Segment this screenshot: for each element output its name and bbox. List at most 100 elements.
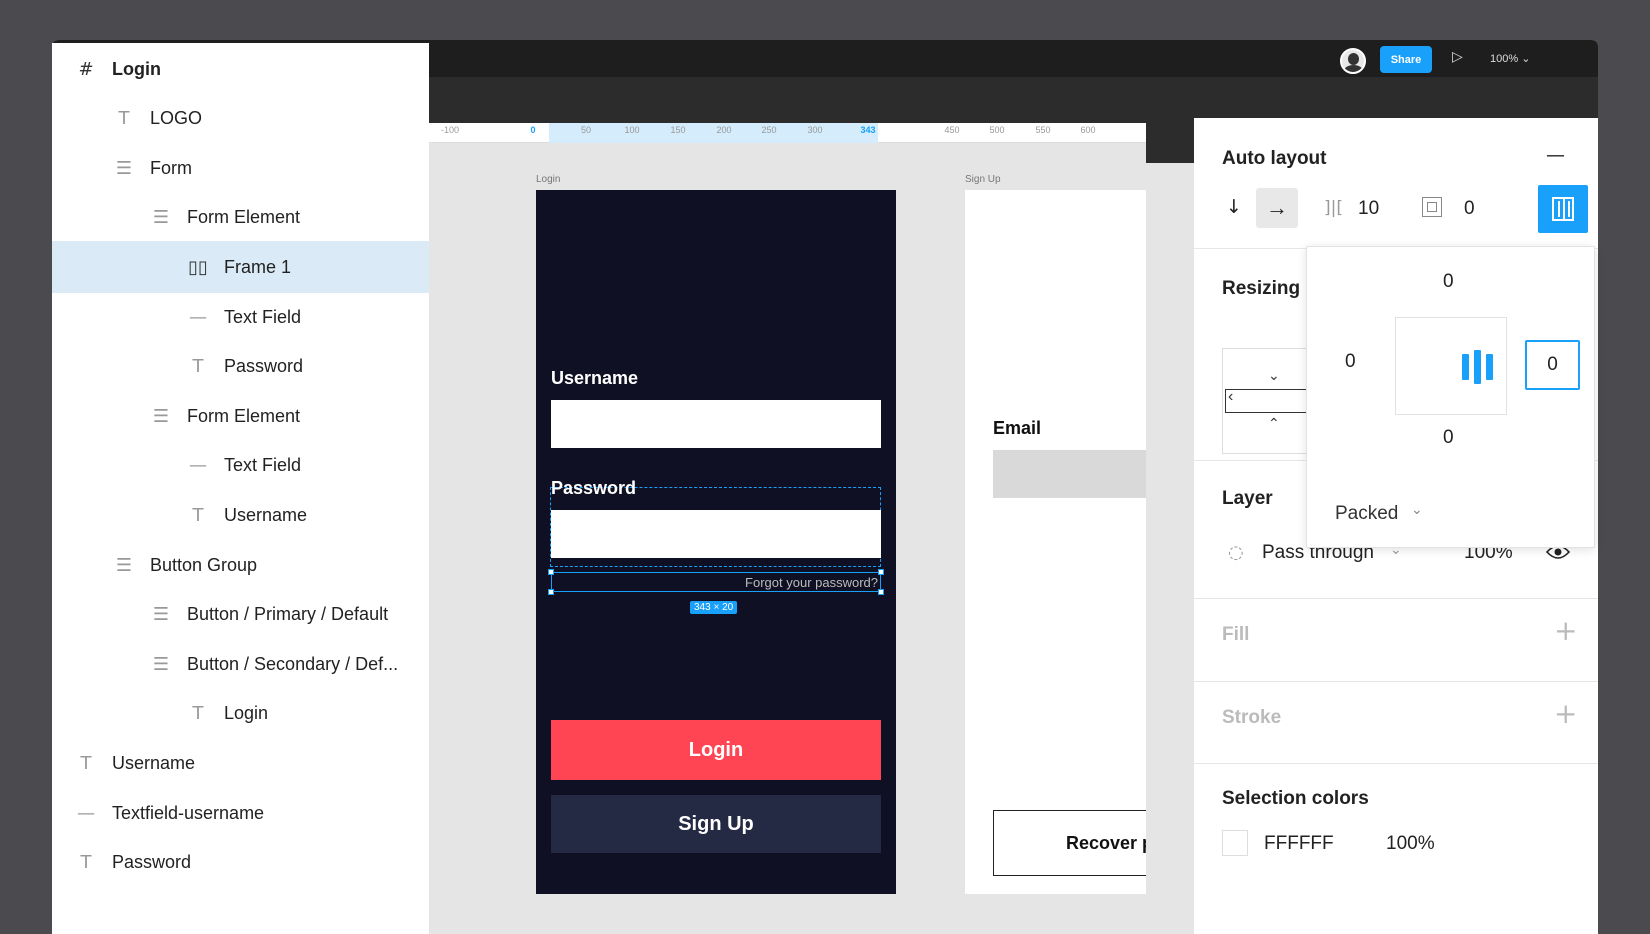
frame-label-signup[interactable]: Sign Up [965,174,1001,185]
alignment-button[interactable] [1538,185,1588,233]
layer-label: Password [224,356,304,377]
layer-label: Button / Primary / Default [187,604,389,625]
resizing-constraint-box[interactable]: ⌄ ‹ ⌃ [1222,348,1312,454]
forgot-password-link[interactable]: Forgot your password? [745,575,878,590]
resizing-width-bar[interactable]: ‹ [1225,388,1309,413]
auto-layout-icon: ☰ [152,207,170,229]
frame-label-login[interactable]: Login [536,174,560,185]
design-canvas[interactable]: Login Sign Up Username Password Forgot y… [376,143,1146,894]
text-layer-icon: T [192,703,204,725]
layer-row[interactable]: ☰ Button / Primary / Default [52,589,429,641]
auto-layout-icon: ☰ [152,604,170,626]
sign-up-frame[interactable]: Email Recover p [965,190,1146,894]
ruler-tick-label: 150 [670,125,686,135]
layer-row[interactable]: ☰ Button / Secondary / Def... [52,638,429,690]
layer-label: Login [224,703,269,724]
layer-row[interactable]: — Text Field [52,291,429,343]
direction-right-icon[interactable]: → [1256,188,1298,228]
layer-label: Text Field [224,306,302,327]
resizing-title: Resizing [1222,278,1301,299]
layer-label: Textfield-username [112,802,265,823]
padding-icon [1422,197,1442,217]
layer-label: Form [150,157,192,178]
selection-color-hex[interactable]: FFFFFF [1264,833,1334,855]
login-button[interactable]: Login [551,720,881,780]
layer-row[interactable]: T Username [52,489,429,541]
padding-bottom-value[interactable]: 0 [1443,427,1454,449]
resize-handle-top-left[interactable] [548,569,554,575]
layer-label: Frame 1 [224,256,292,277]
rectangle-layer-icon: — [77,802,95,824]
layer-row[interactable]: # Login [52,43,429,95]
fill-title: Fill [1222,624,1250,645]
selection-colors-title: Selection colors [1222,788,1369,809]
text-layer-icon: T [80,752,92,774]
layer-label: Username [112,752,196,773]
user-avatar[interactable] [1340,48,1366,74]
email-text-field[interactable] [993,450,1146,498]
resize-handle-bottom-left[interactable] [548,589,554,595]
padding-popup: 0 0 0 0 Packed ⌄ [1306,246,1595,548]
horizontal-ruler: -150-10005010015020025030034345050055060… [376,123,1146,143]
zoom-dropdown[interactable]: 100% ⌄ [1490,52,1530,65]
recover-button[interactable]: Recover p [993,810,1146,876]
share-button[interactable]: Share [1380,46,1432,73]
ruler-tick-label: 100 [624,125,640,135]
password-text-field[interactable] [551,510,881,558]
layer-row[interactable]: ☰ Button Group [52,539,429,591]
layer-row[interactable]: T Username [52,737,429,789]
resize-handle-bottom-right[interactable] [878,589,884,595]
spacing-value[interactable]: 10 [1358,198,1379,220]
padding-value[interactable]: 0 [1464,198,1475,220]
username-label: Username [551,368,639,388]
color-swatch[interactable] [1222,830,1248,856]
layer-label: Form Element [187,207,301,228]
resize-handle-top-right[interactable] [878,569,884,575]
layer-row[interactable]: ☰ Form Element [52,192,429,244]
alignment-bar [1563,199,1565,219]
add-stroke-icon[interactable]: + [1554,697,1577,730]
ruler-tick-label: 200 [716,125,732,135]
layer-row[interactable]: T Password [52,837,429,889]
ruler-tick-label: 0 [530,125,536,135]
layer-row[interactable]: — Text Field [52,440,429,492]
selection-color-opacity[interactable]: 100% [1386,833,1435,855]
password-label: Password [551,478,637,498]
layer-row[interactable]: ☰ Form Element [52,390,429,442]
chevron-down-icon[interactable]: ⌄ [1411,501,1423,518]
layers-panel: # Login T LOGO ☰ Form ☰ Form Element ▯▯ Frame 1 — T… [52,43,429,934]
alignment-preview [1395,317,1507,415]
layer-row[interactable]: — Textfield-username [52,787,429,839]
chevron-left-icon: ‹ [1228,388,1234,405]
layer-row[interactable]: ☰ Form [52,142,429,194]
layer-label: Username [224,504,308,525]
frame-1-selection[interactable]: Forgot your password? [551,572,881,592]
sign-up-button[interactable]: Sign Up [551,795,881,853]
layer-row[interactable]: T Password [52,341,429,393]
ruler-selection-range [549,123,878,143]
remove-auto-layout-icon[interactable]: — [1546,144,1565,166]
layer-row[interactable]: T LOGO [52,93,429,145]
padding-left-value[interactable]: 0 [1345,351,1356,373]
dimension-badge: 343 × 20 [690,601,738,614]
layer-title: Layer [1222,488,1273,509]
frame-columns-icon: ▯▯ [188,256,208,278]
layer-row[interactable]: ▯▯ Frame 1 [52,241,429,294]
layer-row[interactable]: T Login [52,688,429,740]
username-text-field[interactable] [551,400,881,448]
text-layer-icon: T [80,852,92,874]
padding-top-value[interactable]: 0 [1443,271,1454,293]
play-icon[interactable]: ▷ [1452,48,1463,65]
login-frame[interactable]: Username Password Forgot your password? … [536,190,896,894]
add-fill-icon[interactable]: + [1554,614,1577,647]
ruler-tick-label: 300 [807,125,823,135]
section-divider [1194,681,1598,682]
rectangle-layer-icon: — [189,306,207,328]
padding-right-input[interactable]: 0 [1525,340,1580,390]
distribution-dropdown[interactable]: Packed [1335,503,1398,525]
ruler-tick-label: 343 [860,125,876,135]
layer-label: Password [112,852,192,873]
ruler-tick-label: 50 [580,125,592,135]
text-layer-icon: T [192,504,204,526]
direction-down-icon[interactable]: ↓ [1226,196,1242,218]
